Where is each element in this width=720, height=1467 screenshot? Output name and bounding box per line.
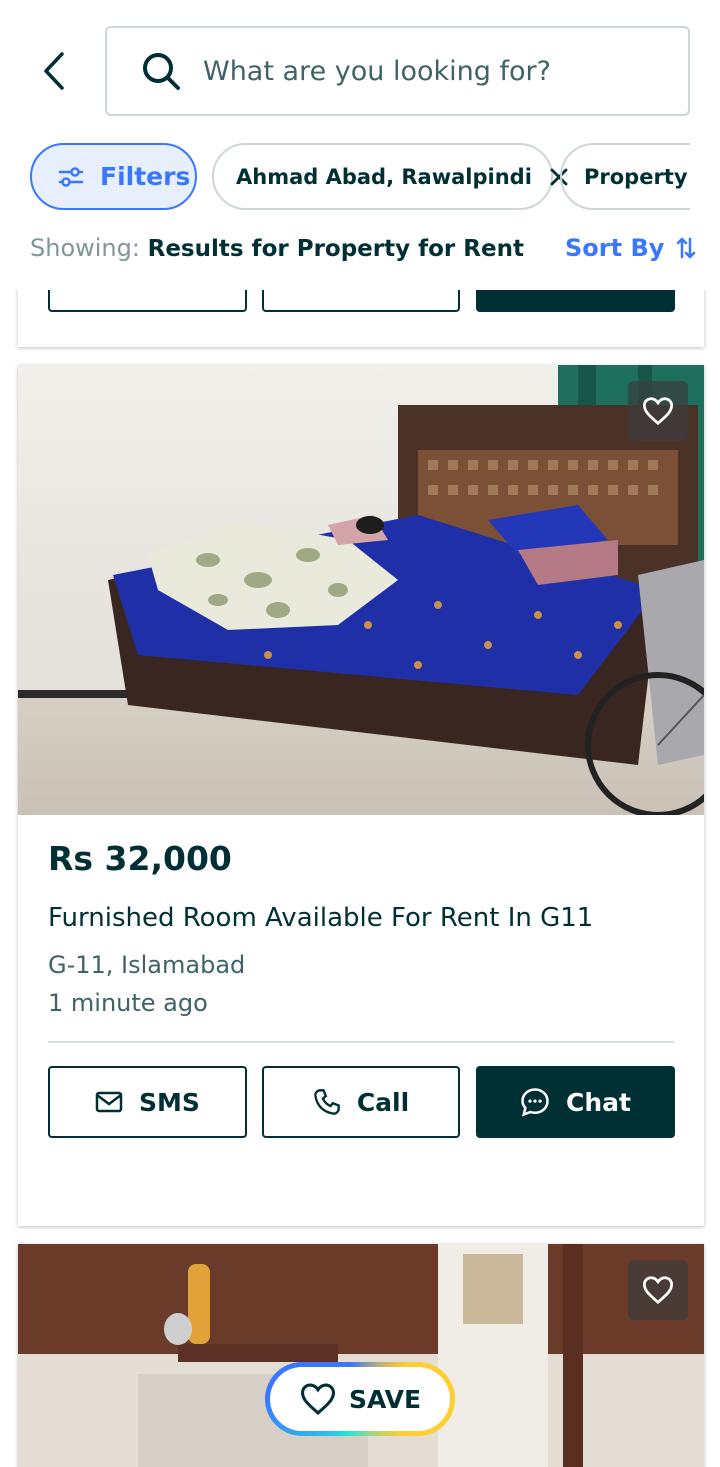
filter-chips: Filters Ahmad Abad, Rawalpindi Property … (30, 143, 690, 211)
chevron-left-icon (44, 52, 64, 90)
save-search-button[interactable]: SAVE (265, 1362, 455, 1436)
heart-icon (642, 397, 674, 426)
save-label: SAVE (348, 1384, 422, 1414)
heart-icon (299, 1382, 337, 1416)
chat-bubble-icon (520, 1087, 550, 1117)
sort-by-button[interactable]: Sort By (565, 234, 696, 262)
sms-label: SMS (139, 1087, 200, 1117)
location-chip[interactable]: Ahmad Abad, Rawalpindi (212, 143, 568, 210)
search-bar[interactable] (105, 26, 690, 116)
sort-arrows-icon (676, 235, 696, 261)
phone-icon (313, 1088, 341, 1116)
listing-price: Rs 32,000 (48, 839, 232, 878)
sms-button[interactable]: SMS (48, 1066, 247, 1138)
listing-card[interactable]: Rs 32,000 Furnished Room Available For R… (18, 365, 704, 1226)
category-chip-label: Property for Rent (584, 164, 690, 189)
chat-label: Chat (566, 1087, 631, 1117)
showing-prefix: Showing: (30, 234, 140, 262)
call-label: Call (356, 1087, 410, 1117)
sliders-icon (58, 166, 84, 188)
category-chip[interactable]: Property for Rent (560, 143, 690, 210)
heart-icon (642, 1276, 674, 1305)
envelope-icon (95, 1091, 123, 1113)
listing-time: 1 minute ago (48, 989, 208, 1017)
listing-location: G-11, Islamabad (48, 951, 246, 979)
filters-chip[interactable]: Filters (30, 143, 197, 210)
filters-label: Filters (100, 162, 191, 191)
divider (48, 1041, 674, 1043)
location-chip-label: Ahmad Abad, Rawalpindi (236, 164, 532, 189)
chat-button[interactable]: Chat (476, 1066, 675, 1138)
bedroom-photo-image (18, 365, 704, 815)
top-bar: Filters Ahmad Abad, Rawalpindi Property … (0, 0, 720, 290)
showing-text: Results for Property for Rent (147, 236, 524, 262)
listing-title[interactable]: Furnished Room Available For Rent In G11 (48, 903, 593, 933)
favorite-button[interactable] (628, 1260, 688, 1320)
save-button-inner[interactable]: SAVE (270, 1367, 450, 1431)
sort-by-label: Sort By (565, 234, 665, 262)
call-button[interactable]: Call (262, 1066, 460, 1138)
favorite-button[interactable] (628, 381, 688, 441)
back-button[interactable] (30, 48, 76, 94)
results-summary: Showing: Results for Property for Rent (30, 234, 524, 262)
search-icon (139, 49, 183, 93)
listing-photo[interactable] (18, 365, 704, 815)
search-input[interactable] (203, 55, 623, 87)
